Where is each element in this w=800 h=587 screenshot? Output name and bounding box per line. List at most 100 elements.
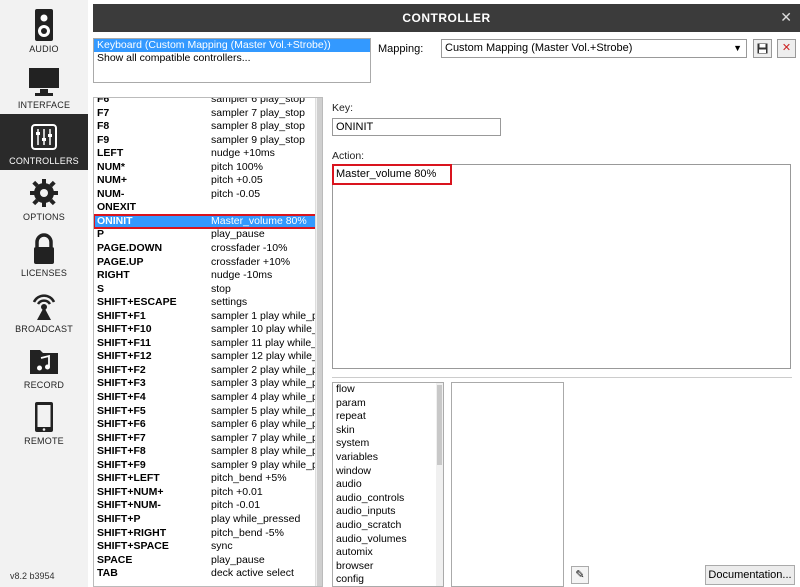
- key-row[interactable]: PAGE.UP crossfader +10%: [94, 256, 316, 270]
- key-row[interactable]: SHIFT+NUM-pitch -0.01: [94, 499, 316, 513]
- key-row[interactable]: SHIFT+F6 sampler 6 play while_pressed: [94, 418, 316, 432]
- edit-button[interactable]: ✎: [571, 566, 589, 584]
- key-action: pitch_bend -5%: [211, 526, 284, 539]
- key-name: SHIFT+ESCAPE: [97, 296, 177, 309]
- key-name: SHIFT+F12: [97, 350, 152, 363]
- script-verb-item[interactable]: automix: [333, 546, 443, 560]
- key-row[interactable]: ONEXIT: [94, 201, 316, 215]
- script-params-list[interactable]: [451, 382, 564, 587]
- key-row[interactable]: LEFT nudge +10ms: [94, 147, 316, 161]
- script-verb-item[interactable]: audio_inputs: [333, 505, 443, 519]
- script-scrollbar[interactable]: [436, 383, 443, 586]
- script-verb-item[interactable]: variables: [333, 451, 443, 465]
- key-row[interactable]: Sstop: [94, 283, 316, 297]
- key-row[interactable]: SHIFT+F7 sampler 7 play while_pressed: [94, 432, 316, 446]
- key-name: SHIFT+F1: [97, 309, 146, 322]
- script-scroll-thumb[interactable]: [437, 385, 442, 465]
- key-action: sampler 12 play while_pressed: [211, 350, 315, 363]
- script-verb-item[interactable]: config: [333, 573, 443, 586]
- sidebar-item-broadcast[interactable]: BROADCAST: [0, 282, 88, 338]
- key-row[interactable]: Pplay_pause: [94, 228, 316, 242]
- documentation-button[interactable]: Documentation...: [705, 565, 795, 585]
- keys-scroll-thumb[interactable]: [317, 98, 322, 586]
- action-editor[interactable]: Master_volume 80%: [332, 164, 791, 369]
- speaker-icon: [35, 9, 53, 41]
- version-label: v8.2 b3954: [10, 571, 55, 581]
- key-name: NUM-: [97, 187, 125, 200]
- key-row[interactable]: F8 sampler 8 play_stop: [94, 120, 316, 134]
- script-verb-item[interactable]: window: [333, 465, 443, 479]
- script-verb-item[interactable]: audio: [333, 478, 443, 492]
- key-row[interactable]: SHIFT+F8 sampler 8 play while_pressed: [94, 445, 316, 459]
- key-row[interactable]: SHIFT+ESCAPE settings: [94, 296, 316, 310]
- keys-scrollbar[interactable]: [315, 98, 322, 586]
- pencil-icon: ✎: [575, 569, 585, 581]
- key-input[interactable]: ONINIT: [332, 118, 501, 136]
- key-action: sampler 8 play_stop: [211, 120, 305, 133]
- script-verbs-list[interactable]: flow param repeat skin system variables window…: [332, 382, 444, 587]
- key-row[interactable]: SHIFT+RIGHT pitch_bend -5%: [94, 527, 316, 541]
- script-verb-item[interactable]: audio_volumes: [333, 533, 443, 547]
- controller-list[interactable]: Keyboard (Custom Mapping (Master Vol.+St…: [93, 38, 371, 83]
- sidebar-item-label: REMOTE: [24, 436, 64, 446]
- script-verb-item[interactable]: browser: [333, 560, 443, 574]
- key-row[interactable]: NUM-pitch -0.05: [94, 188, 316, 202]
- key-row[interactable]: F7 sampler 7 play_stop: [94, 107, 316, 121]
- key-row[interactable]: SHIFT+F9 sampler 9 play while_pressed: [94, 459, 316, 473]
- sidebar-item-licenses[interactable]: LICENSES: [0, 226, 88, 282]
- key-row[interactable]: F9 sampler 9 play_stop: [94, 134, 316, 148]
- key-row[interactable]: SHIFT+F12 sampler 12 play while_pressed: [94, 350, 316, 364]
- script-verb-item[interactable]: repeat: [333, 410, 443, 424]
- key-row[interactable]: SHIFT+F4 sampler 4 play while_pressed: [94, 391, 316, 405]
- keys-list[interactable]: F6 sampler 6 play_stop F7 sampler 7 play_st…: [93, 97, 323, 587]
- key-row[interactable]: SHIFT+F2 sampler 2 play while_pressed: [94, 364, 316, 378]
- action-value[interactable]: Master_volume 80%: [332, 164, 452, 185]
- script-verb-item[interactable]: system: [333, 437, 443, 451]
- key-row[interactable]: SHIFT+LEFT pitch_bend +5%: [94, 472, 316, 486]
- key-row[interactable]: RIGHT nudge -10ms: [94, 269, 316, 283]
- script-verb-item[interactable]: audio_scratch: [333, 519, 443, 533]
- sidebar-item-record[interactable]: RECORD: [0, 338, 88, 394]
- key-row[interactable]: SHIFT+SPACE sync: [94, 540, 316, 554]
- key-row[interactable]: F6 sampler 6 play_stop: [94, 97, 316, 107]
- sidebar-item-controllers[interactable]: CONTROLLERS: [0, 114, 88, 170]
- key-row[interactable]: NUM+ pitch +0.05: [94, 174, 316, 188]
- controller-item[interactable]: Show all compatible controllers...: [94, 52, 370, 65]
- controller-item[interactable]: Keyboard (Custom Mapping (Master Vol.+St…: [94, 39, 370, 52]
- script-verb-item[interactable]: skin: [333, 424, 443, 438]
- key-name: SHIFT+P: [97, 512, 141, 525]
- key-action: sampler 4 play while_pressed: [211, 391, 315, 404]
- key-row[interactable]: NUM* pitch 100%: [94, 161, 316, 175]
- sidebar-item-interface[interactable]: INTERFACE: [0, 58, 88, 114]
- key-row[interactable]: SHIFT+NUM+ pitch +0.01: [94, 486, 316, 500]
- key-row[interactable]: SHIFT+F5 sampler 5 play while_pressed: [94, 405, 316, 419]
- script-verb-item[interactable]: param: [333, 397, 443, 411]
- script-verb-item[interactable]: flow: [333, 383, 443, 397]
- key-name: SHIFT+F10: [97, 323, 152, 336]
- script-verb-item[interactable]: audio_controls: [333, 492, 443, 506]
- key-action: deck active select: [211, 567, 294, 580]
- divider: [332, 377, 792, 378]
- key-name: RIGHT: [97, 269, 130, 282]
- sidebar-item-audio[interactable]: AUDIO: [0, 2, 88, 58]
- key-row[interactable]: SHIFT+P play while_pressed: [94, 513, 316, 527]
- key-row[interactable]: SHIFT+F11 sampler 11 play while_pressed: [94, 337, 316, 351]
- sidebar-item-options[interactable]: OPTIONS: [0, 170, 88, 226]
- sidebar-item-remote[interactable]: REMOTE: [0, 394, 88, 450]
- sidebar-item-label: CONTROLLERS: [9, 156, 79, 166]
- save-mapping-button[interactable]: [753, 39, 772, 58]
- key-row[interactable]: ONINIT Master_volume 80%: [94, 213, 317, 230]
- key-row[interactable]: SHIFT+F10 sampler 10 play while_pressed: [94, 323, 316, 337]
- key-row[interactable]: TAB deck active select: [94, 567, 316, 581]
- key-name: F6: [97, 97, 110, 105]
- key-row[interactable]: SHIFT+F1 sampler 1 play while_pressed: [94, 310, 316, 324]
- key-row[interactable]: PAGE.DOWN crossfader -10%: [94, 242, 316, 256]
- key-name: SHIFT+F4: [97, 391, 146, 404]
- mapping-dropdown[interactable]: Custom Mapping (Master Vol.+Strobe) ▼: [441, 39, 747, 58]
- key-name: ONINIT: [97, 214, 133, 227]
- key-action: stop: [211, 282, 231, 295]
- delete-mapping-button[interactable]: ✕: [777, 39, 796, 58]
- key-row[interactable]: SHIFT+F3 sampler 3 play while_pressed: [94, 377, 316, 391]
- key-row[interactable]: SPACE play_pause: [94, 554, 316, 568]
- close-button[interactable]: ✕: [780, 9, 792, 26]
